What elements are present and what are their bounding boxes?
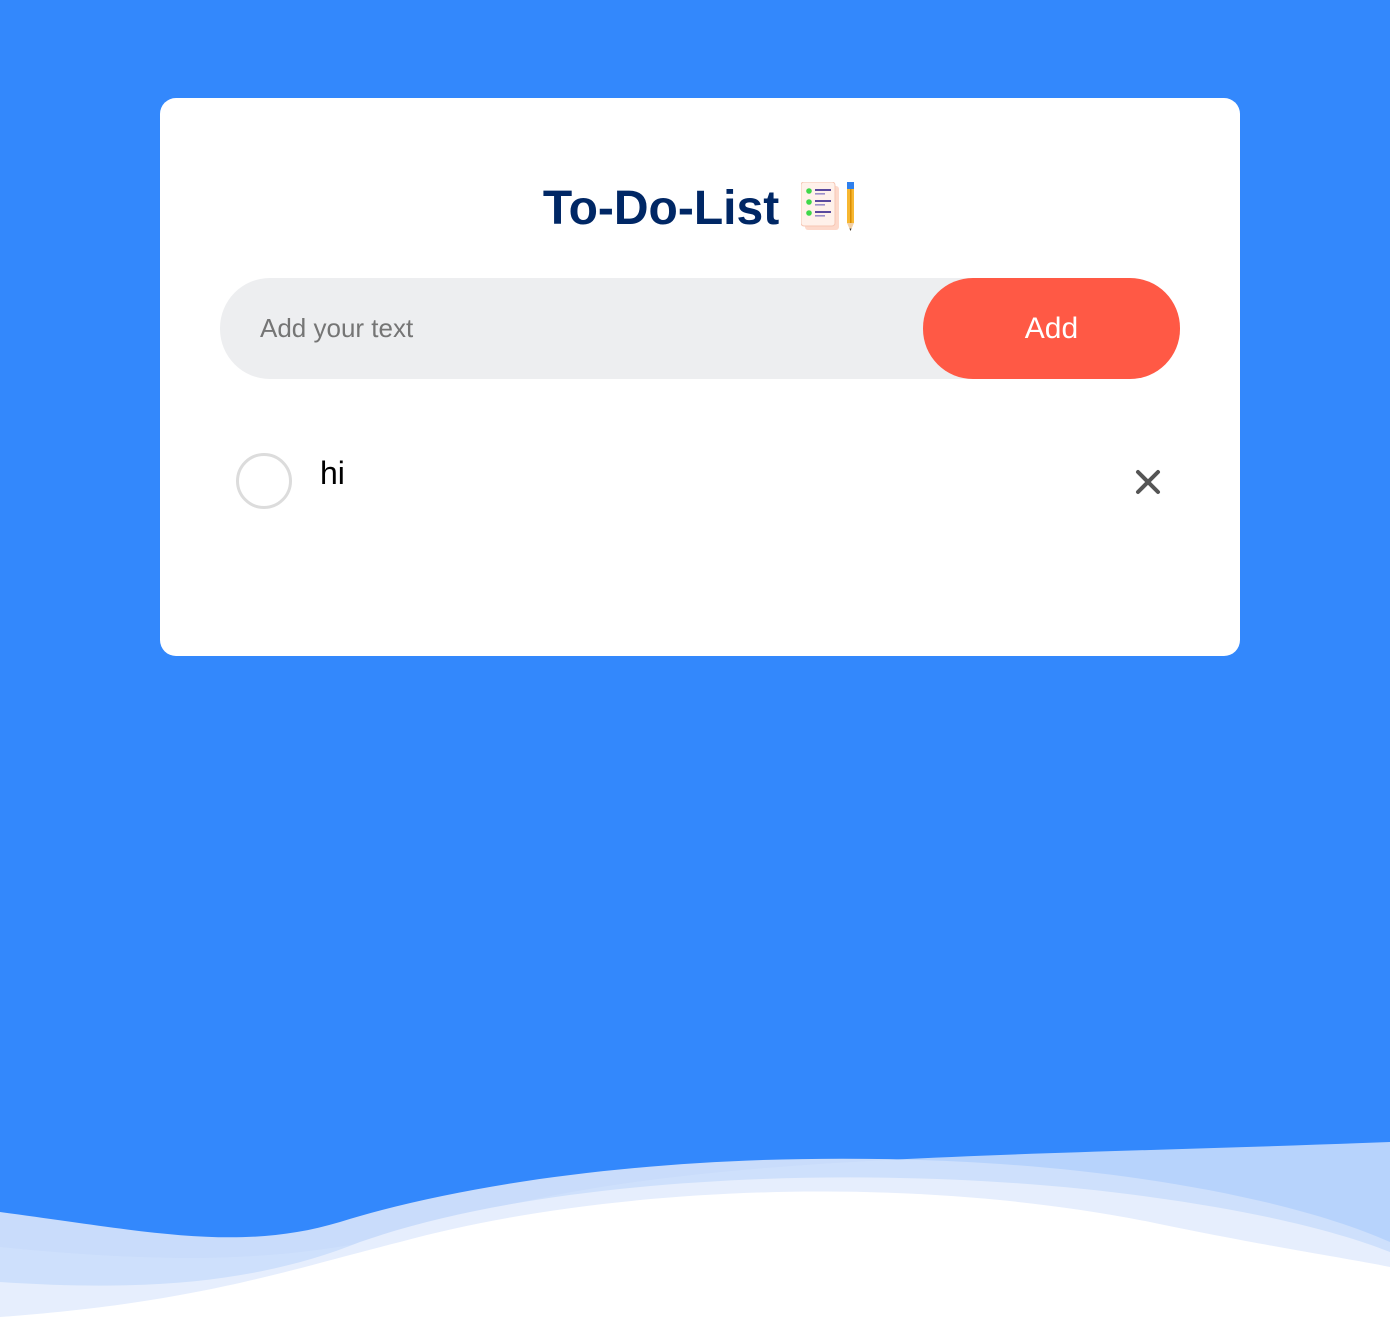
todo-text-input[interactable] [260,278,880,379]
todo-card: To-Do-List Add your text Add hi [160,98,1240,656]
add-todo-row: Add [220,278,1180,379]
notepad-pencil-icon [800,181,857,234]
background-wave [0,1142,1390,1342]
close-icon[interactable] [1130,464,1166,500]
page-title: To-Do-List [542,181,780,235]
add-button[interactable]: Add [923,278,1180,379]
todo-list: hi [236,453,1166,509]
todo-item-text: hi [320,455,345,491]
page: To-Do-List Add your text Add hi [0,0,1390,1342]
title-row: To-Do-List [160,178,1240,238]
todo-item[interactable]: hi [236,453,1166,509]
circle-checkbox-icon[interactable] [236,453,292,509]
